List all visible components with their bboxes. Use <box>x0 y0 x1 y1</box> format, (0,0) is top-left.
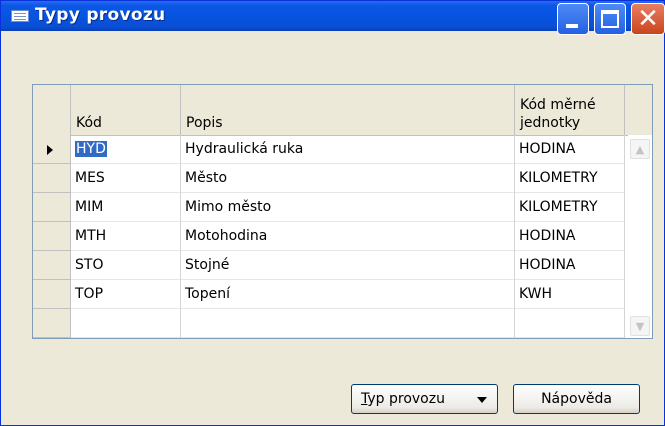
dropdown-arrow-icon <box>477 397 487 403</box>
row-selector[interactable] <box>33 164 71 193</box>
cell-jednotka[interactable]: HODINA <box>515 251 625 280</box>
column-header-jednotka-label: Kód měrné jednotky <box>520 97 596 131</box>
cell-kod[interactable]: STO <box>71 251 181 280</box>
row-selector[interactable] <box>33 135 71 164</box>
cell-kod[interactable]: MIM <box>71 193 181 222</box>
table-row[interactable]: MIM Mimo město KILOMETRY <box>33 193 625 222</box>
cell-popis[interactable]: Město <box>181 164 515 193</box>
cell-kod[interactable]: HYD <box>71 135 181 164</box>
table-row[interactable]: MTH Motohodina HODINA <box>33 222 625 251</box>
header-filler <box>625 85 653 135</box>
close-icon: ✕ <box>637 4 659 34</box>
cell-popis[interactable]: Stojné <box>181 251 515 280</box>
cell-jednotka[interactable]: HODINA <box>515 222 625 251</box>
scroll-up-icon[interactable]: ▲ <box>630 139 650 159</box>
cell-kod[interactable]: TOP <box>71 280 181 309</box>
title-bar[interactable]: Typy provozu ✕ <box>1 1 665 35</box>
vertical-scrollbar[interactable]: ▲ ▼ <box>628 135 652 338</box>
table-row[interactable]: TOP Topení KWH <box>33 280 625 309</box>
header-corner <box>33 85 71 135</box>
minimize-icon <box>566 24 578 28</box>
cell-popis[interactable] <box>181 309 515 338</box>
cell-jednotka[interactable]: KWH <box>515 280 625 309</box>
cell-kod[interactable] <box>71 309 181 338</box>
cell-jednotka[interactable]: KILOMETRY <box>515 164 625 193</box>
maximize-button[interactable] <box>594 3 626 35</box>
table-row[interactable] <box>33 309 625 338</box>
close-button[interactable]: ✕ <box>631 3 665 35</box>
current-row-icon <box>47 145 53 155</box>
cell-jednotka[interactable]: KILOMETRY <box>515 193 625 222</box>
cell-kod[interactable]: MES <box>71 164 181 193</box>
cell-popis[interactable]: Hydraulická ruka <box>181 135 515 164</box>
table-row[interactable]: MES Město KILOMETRY <box>33 164 625 193</box>
minimize-button[interactable] <box>557 3 589 35</box>
column-header-kod[interactable]: Kód <box>71 85 181 135</box>
window-title: Typy provozu <box>35 5 166 25</box>
row-selector[interactable] <box>33 280 71 309</box>
cell-popis[interactable]: Motohodina <box>181 222 515 251</box>
column-header-popis[interactable]: Popis <box>181 85 515 135</box>
data-grid[interactable]: Kód Popis Kód měrné jednotky HYD Hydrauli… <box>32 84 653 339</box>
row-selector[interactable] <box>33 222 71 251</box>
scroll-down-icon[interactable]: ▼ <box>630 316 650 336</box>
table-row[interactable]: STO Stojné HODINA <box>33 251 625 280</box>
grid-header: Kód Popis Kód měrné jednotky <box>33 85 652 136</box>
row-selector[interactable] <box>33 193 71 222</box>
cell-kod[interactable]: MTH <box>71 222 181 251</box>
form-icon <box>11 10 29 22</box>
row-selector[interactable] <box>33 251 71 280</box>
cell-popis[interactable]: Topení <box>181 280 515 309</box>
row-selector[interactable] <box>33 309 71 338</box>
cell-jednotka[interactable] <box>515 309 625 338</box>
table-row[interactable]: HYD Hydraulická ruka HODINA <box>33 135 625 164</box>
help-button[interactable]: Nápověda <box>513 384 640 414</box>
window: Typy provozu ✕ Kód Popis Kód měrné jedno… <box>0 0 665 426</box>
maximize-icon <box>601 10 619 28</box>
column-header-jednotka[interactable]: Kód měrné jednotky <box>515 85 625 135</box>
cell-popis[interactable]: Mimo město <box>181 193 515 222</box>
cell-jednotka[interactable]: HODINA <box>515 135 625 164</box>
type-menu-button[interactable]: Typ provozu <box>351 384 498 414</box>
